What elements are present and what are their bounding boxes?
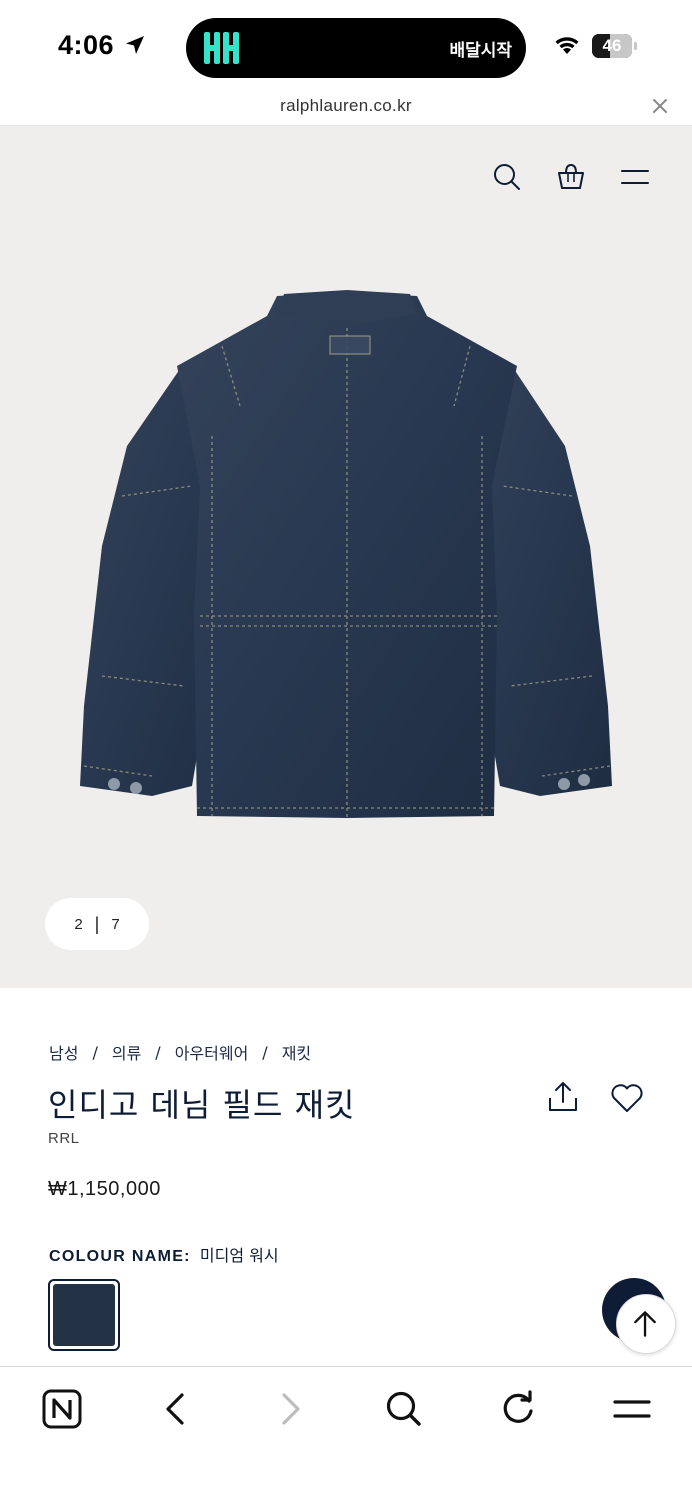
breadcrumb-separator: / (92, 1042, 98, 1062)
heart-icon[interactable] (610, 1082, 644, 1114)
island-status-text: 배달시작 (449, 41, 512, 61)
product-brand: RRL (48, 1130, 80, 1147)
breadcrumb-item-outerwear[interactable]: 아우터웨어 (175, 1040, 249, 1064)
product-image-jacket (80, 290, 612, 818)
breadcrumb-item-clothing[interactable]: 의류 (112, 1040, 141, 1064)
location-arrow-icon (126, 36, 144, 54)
colour-label: COLOUR NAME: (49, 1248, 191, 1265)
url-bar[interactable]: ralphlauren.co.kr (0, 92, 692, 126)
breadcrumb-item-jackets[interactable]: 재킷 (282, 1040, 311, 1064)
battery-level: 46 (602, 36, 622, 55)
arrow-up-icon (634, 1311, 656, 1337)
product-image-gallery[interactable]: 2 | 7 (0, 126, 692, 988)
battery-tip (634, 42, 637, 50)
forward-arrow-icon[interactable] (270, 1389, 310, 1429)
back-arrow-icon[interactable] (156, 1389, 196, 1429)
gallery-pager: 2 | 7 (45, 898, 149, 950)
naver-home-icon[interactable] (42, 1389, 82, 1429)
colour-swatch-selected[interactable] (48, 1279, 120, 1351)
status-time: 4:06 (58, 30, 115, 60)
url-text[interactable]: ralphlauren.co.kr (0, 96, 692, 116)
battery-indicator: 46 (592, 34, 637, 58)
breadcrumb-separator: / (262, 1042, 268, 1062)
pager-total: 7 (111, 915, 120, 933)
close-icon[interactable] (652, 98, 668, 114)
reload-icon[interactable] (498, 1389, 538, 1429)
status-bar: 4:06 배달시작 46 (0, 0, 692, 92)
colour-name-row: COLOUR NAME: 미디엄 워시 (49, 1242, 279, 1266)
pager-current: 2 (74, 915, 83, 933)
dynamic-island[interactable]: 배달시작 (186, 18, 526, 78)
breadcrumb-item-men[interactable]: 남성 (49, 1040, 78, 1064)
baemin-logo-icon (204, 32, 239, 64)
search-icon[interactable] (492, 162, 522, 192)
colour-swatch-fill (53, 1284, 115, 1346)
share-icon[interactable] (546, 1080, 580, 1114)
wifi-icon (555, 37, 579, 54)
colour-value: 미디엄 워시 (199, 1246, 279, 1265)
breadcrumb: 남성 / 의류 / 아우터웨어 / 재킷 (49, 1040, 311, 1064)
search-icon[interactable] (384, 1389, 424, 1429)
breadcrumb-separator: / (155, 1042, 161, 1062)
scroll-to-top-button[interactable] (616, 1294, 676, 1354)
menu-icon[interactable] (612, 1389, 652, 1429)
product-title: 인디고 데님 필드 재킷 (48, 1086, 356, 1124)
menu-icon[interactable] (620, 162, 650, 192)
pager-separator: | (94, 913, 100, 934)
shopping-bag-icon[interactable] (556, 162, 586, 192)
product-price: ₩1,150,000 (48, 1178, 161, 1200)
browser-toolbar (0, 1366, 692, 1500)
